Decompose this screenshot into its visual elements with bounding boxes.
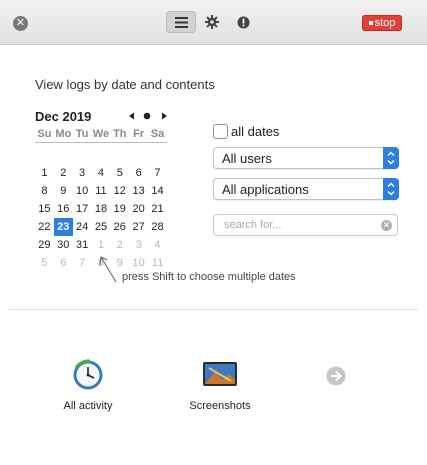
screenshots-button[interactable] [195, 356, 245, 396]
weekday-label: Tu [75, 128, 89, 140]
calendar-day[interactable]: 3 [73, 164, 92, 182]
calendar-empty-cell [92, 146, 111, 164]
calendar-day[interactable]: 4 [148, 236, 167, 254]
calendar-day[interactable]: 4 [92, 164, 111, 182]
weekday-label: We [92, 128, 110, 140]
hint-text: press Shift to choose multiple dates [122, 271, 296, 283]
calendar-day[interactable]: 14 [148, 182, 167, 200]
arrow-right-circle-icon [326, 366, 346, 386]
calendar-day[interactable]: 5 [35, 254, 54, 272]
calendar-day[interactable]: 25 [92, 218, 111, 236]
calendar-day[interactable]: 23 [53, 218, 73, 236]
calendar-week: 8 9 10 11 12 13 14 [35, 182, 167, 200]
calendar-day[interactable]: 8 [35, 182, 54, 200]
calendar-week: 15 16 17 18 19 20 21 [35, 200, 167, 218]
all-dates-label: all dates [231, 124, 280, 139]
search-field[interactable]: ✕ [213, 214, 398, 236]
calendar-day[interactable]: 7 [148, 164, 167, 182]
calendar-day[interactable]: 19 [110, 200, 129, 218]
calendar-day[interactable]: 20 [129, 200, 148, 218]
calendar-empty-cell [148, 146, 167, 164]
calendar-day[interactable]: 24 [73, 218, 92, 236]
calendar-empty-cell [129, 146, 148, 164]
calendar-day[interactable]: 6 [54, 254, 73, 272]
calendar-day[interactable]: 9 [54, 182, 73, 200]
calendar-day[interactable]: 1 [92, 236, 111, 254]
calendar-day[interactable]: 10 [129, 254, 148, 272]
calendar-month-label: Dec 2019 [35, 109, 92, 124]
calendar-week: 29 30 31 1 2 3 4 [35, 236, 167, 254]
calendar-day[interactable]: 13 [129, 182, 148, 200]
weekday-label: Sa [150, 128, 165, 140]
calendar-day[interactable]: 15 [35, 200, 54, 218]
calendar-day[interactable]: 11 [148, 254, 167, 272]
calendar-day[interactable]: 28 [148, 218, 167, 236]
calendar-day[interactable]: 10 [73, 182, 92, 200]
stop-button[interactable]: stop [362, 15, 402, 31]
calendar-week [35, 146, 167, 164]
calendar-day[interactable]: 16 [54, 200, 73, 218]
gear-icon[interactable] [197, 11, 227, 33]
calendar-day[interactable]: 2 [54, 164, 73, 182]
clock-icon [73, 359, 103, 390]
prev-month-icon[interactable] [129, 112, 134, 120]
calendar-day[interactable]: 6 [129, 164, 148, 182]
calendar-day[interactable]: 18 [92, 200, 111, 218]
all-activity-label: All activity [63, 400, 113, 412]
calendar-day[interactable]: 1 [35, 164, 54, 182]
stop-square-icon [368, 21, 373, 25]
weekday-label: Fr [133, 128, 145, 140]
calendar-day[interactable]: 5 [110, 164, 129, 182]
screenshots-icon [203, 362, 237, 386]
weekday-label: Su [37, 128, 52, 140]
calendar-day[interactable]: 17 [73, 200, 92, 218]
calendar-day[interactable]: 7 [73, 254, 92, 272]
divider [9, 309, 418, 310]
users-popup[interactable]: All users [213, 147, 399, 169]
hint-arrow-icon [99, 256, 117, 283]
weekday-label: Th [113, 128, 127, 140]
popup-arrows-icon [383, 147, 399, 169]
calendar-day[interactable]: 22 [35, 218, 54, 236]
calendar-day[interactable]: 27 [129, 218, 148, 236]
screenshots-label: Screenshots [189, 400, 251, 412]
calendar-day[interactable]: 31 [73, 236, 92, 254]
search-input[interactable] [224, 217, 374, 232]
calendar-day[interactable]: 2 [110, 236, 129, 254]
calendar-empty-cell [110, 146, 129, 164]
clear-search-icon[interactable]: ✕ [381, 220, 392, 231]
calendar-day[interactable]: 29 [35, 236, 54, 254]
calendar-empty-cell [54, 146, 73, 164]
calendar-day[interactable]: 3 [129, 236, 148, 254]
alert-icon[interactable] [228, 11, 258, 33]
list-icon[interactable] [166, 11, 196, 33]
calendar-day[interactable]: 12 [110, 182, 129, 200]
toolbar: ✕ stop [0, 0, 427, 45]
calendar-day[interactable]: 26 [110, 218, 129, 236]
calendar-empty-cell [73, 146, 92, 164]
calendar-day[interactable]: 11 [92, 182, 111, 200]
users-popup-value: All users [222, 151, 272, 166]
stop-button-label: stop [374, 17, 396, 29]
page-title: View logs by date and contents [35, 77, 215, 92]
next-month-icon[interactable] [162, 112, 167, 120]
next-page-button[interactable] [326, 366, 346, 386]
calendar-week: 1234567 [35, 164, 167, 182]
close-icon[interactable]: ✕ [13, 16, 28, 31]
applications-popup-value: All applications [222, 182, 309, 197]
all-dates-checkbox[interactable] [213, 124, 228, 139]
calendar-week: 22 23 24 25 26 27 28 [35, 218, 167, 236]
calendar-day[interactable]: 21 [148, 200, 167, 218]
today-dot-icon[interactable] [143, 112, 151, 120]
calendar-grid: Su Mo Tu We Th Fr Sa 1 2 3 4 5 6 7 8 9 10 11 12 13 14 15 16 17 1… [35, 128, 167, 272]
calendar-weekday-header: Su Mo Tu We Th Fr Sa [35, 128, 167, 143]
calendar-day[interactable]: 30 [54, 236, 73, 254]
calendar-empty-cell [35, 146, 54, 164]
calendar-nav [129, 112, 167, 120]
weekday-label: Mo [55, 128, 72, 140]
applications-popup[interactable]: All applications [213, 178, 399, 200]
popup-arrows-icon [383, 178, 399, 200]
